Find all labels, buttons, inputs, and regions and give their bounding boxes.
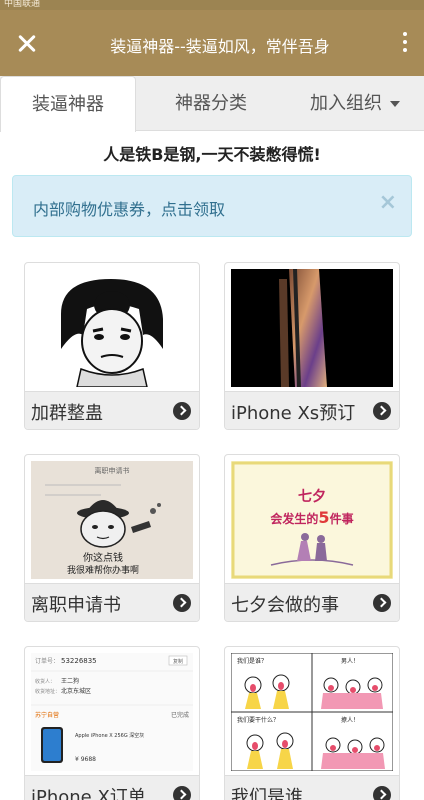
card-label-bar: iPhone Xs预订 — [225, 391, 399, 429]
thumb-status: 已完成 — [171, 711, 189, 719]
meme-face-image — [31, 269, 193, 388]
thumb-store: 苏宁自营 — [35, 711, 59, 719]
card-label-bar: iPhone X订单 — [25, 775, 199, 800]
caret-down-icon — [390, 101, 400, 107]
thumb-line-2: 我很难帮你办事啊 — [67, 564, 139, 576]
card-label-bar: 离职申请书 — [25, 583, 199, 621]
thumb-a2: 撩人！ — [341, 716, 359, 724]
thumb-receiver-label: 收货人： — [35, 678, 55, 685]
thumb-line-1: 你这点钱 — [83, 551, 123, 564]
thumb-q2: 我们要干什么？ — [237, 716, 279, 724]
tab-bar: 装逼神器 神器分类 加入组织 — [0, 76, 424, 132]
card-label: 加群整蛊 — [31, 403, 103, 424]
close-alert-icon[interactable]: × — [379, 190, 397, 215]
thumb-qixi-number: 5 — [318, 508, 329, 527]
arrow-right-circle-icon — [373, 594, 391, 612]
comic-panels-image: 我们是谁？ 男人！ 我们要干什么？ 撩人！ — [230, 652, 394, 772]
card-label: 我们是谁 — [231, 787, 303, 800]
tab-join-label: 加入组织 — [310, 93, 382, 114]
thumb-price: ¥ 9688 — [75, 756, 96, 763]
thumb-letter-title: 离职申请书 — [95, 466, 130, 475]
card-label: iPhone Xs预订 — [231, 403, 356, 424]
arrow-right-circle-icon — [173, 786, 191, 800]
tab-join-dropdown[interactable]: 加入组织 — [286, 76, 424, 131]
arrow-right-circle-icon — [373, 402, 391, 420]
tab-zhuangbi[interactable]: 装逼神器 — [0, 76, 136, 132]
more-menu-icon[interactable] — [398, 30, 412, 56]
thumb-product: Apple iPhone X 256G 深空灰 — [75, 732, 144, 739]
thumb-order-number: 53226835 — [61, 657, 97, 665]
iphone-xs-image — [231, 269, 393, 387]
arrow-right-circle-icon — [173, 402, 191, 420]
thumb-addr: 北京东城区 — [61, 687, 91, 695]
thumb-qixi-suffix: 件事 — [330, 511, 354, 526]
resignation-letter-image: 离职申请书 你这点钱 我很难帮你办事啊 — [31, 461, 193, 579]
status-bar: 中国联通 — [0, 0, 424, 10]
card-label: 离职申请书 — [31, 595, 121, 616]
coupon-link[interactable]: 内部购物优惠券，点击领取 — [33, 196, 225, 220]
carrier-label: 中国联通 — [4, 0, 41, 9]
qixi-image: 七夕 会发生的5件事 — [231, 461, 393, 579]
thumb-addr-label: 收货地址： — [35, 688, 60, 695]
card-label-bar: 加群整蛊 — [25, 391, 199, 429]
card-label-bar: 七夕会做的事 — [225, 583, 399, 621]
card-prank-group[interactable]: 加群整蛊 — [24, 262, 200, 430]
tab-categories[interactable]: 神器分类 — [138, 76, 284, 131]
coupon-alert: 内部购物优惠券，点击领取 × — [12, 175, 412, 237]
card-qixi[interactable]: 七夕 会发生的5件事 七夕会做的事 — [224, 454, 400, 622]
card-iphone-xs[interactable]: iPhone Xs预订 — [224, 262, 400, 430]
close-icon[interactable] — [14, 30, 42, 58]
app-header: 装逼神器--装逼如风，常伴吾身 — [0, 10, 424, 76]
card-iphone-x-order[interactable]: 订单号： 53226835 复制 收货人： 王二狗 收货地址： 北京东城区 苏宁… — [24, 646, 200, 800]
slogan: 人是铁B是钢,一天不装憋得慌! — [103, 145, 321, 164]
thumb-a1: 男人！ — [341, 658, 359, 665]
card-who-are-we[interactable]: 我们是谁？ 男人！ 我们要干什么？ 撩人！ 我们是谁 — [224, 646, 400, 800]
thumb-copy: 复制 — [173, 658, 183, 665]
card-label: iPhone X订单 — [31, 787, 146, 800]
thumb-receiver: 王二狗 — [61, 677, 79, 685]
thumb-q1: 我们是谁？ — [237, 657, 267, 665]
arrow-right-circle-icon — [173, 594, 191, 612]
thumb-order-label: 订单号： — [35, 657, 59, 665]
order-screenshot-image: 订单号： 53226835 复制 收货人： 王二狗 收货地址： 北京东城区 苏宁… — [31, 653, 193, 771]
card-label-bar: 我们是谁 — [225, 775, 399, 800]
thumb-qixi-title: 七夕 — [298, 488, 326, 505]
card-label: 七夕会做的事 — [231, 595, 339, 616]
thumb-qixi-prefix: 会发生的 — [270, 511, 318, 526]
arrow-right-circle-icon — [373, 786, 391, 800]
card-resignation[interactable]: 离职申请书 你这点钱 我很难帮你办事啊 离职申请书 — [24, 454, 200, 622]
page-title: 装逼神器--装逼如风，常伴吾身 — [110, 37, 330, 56]
